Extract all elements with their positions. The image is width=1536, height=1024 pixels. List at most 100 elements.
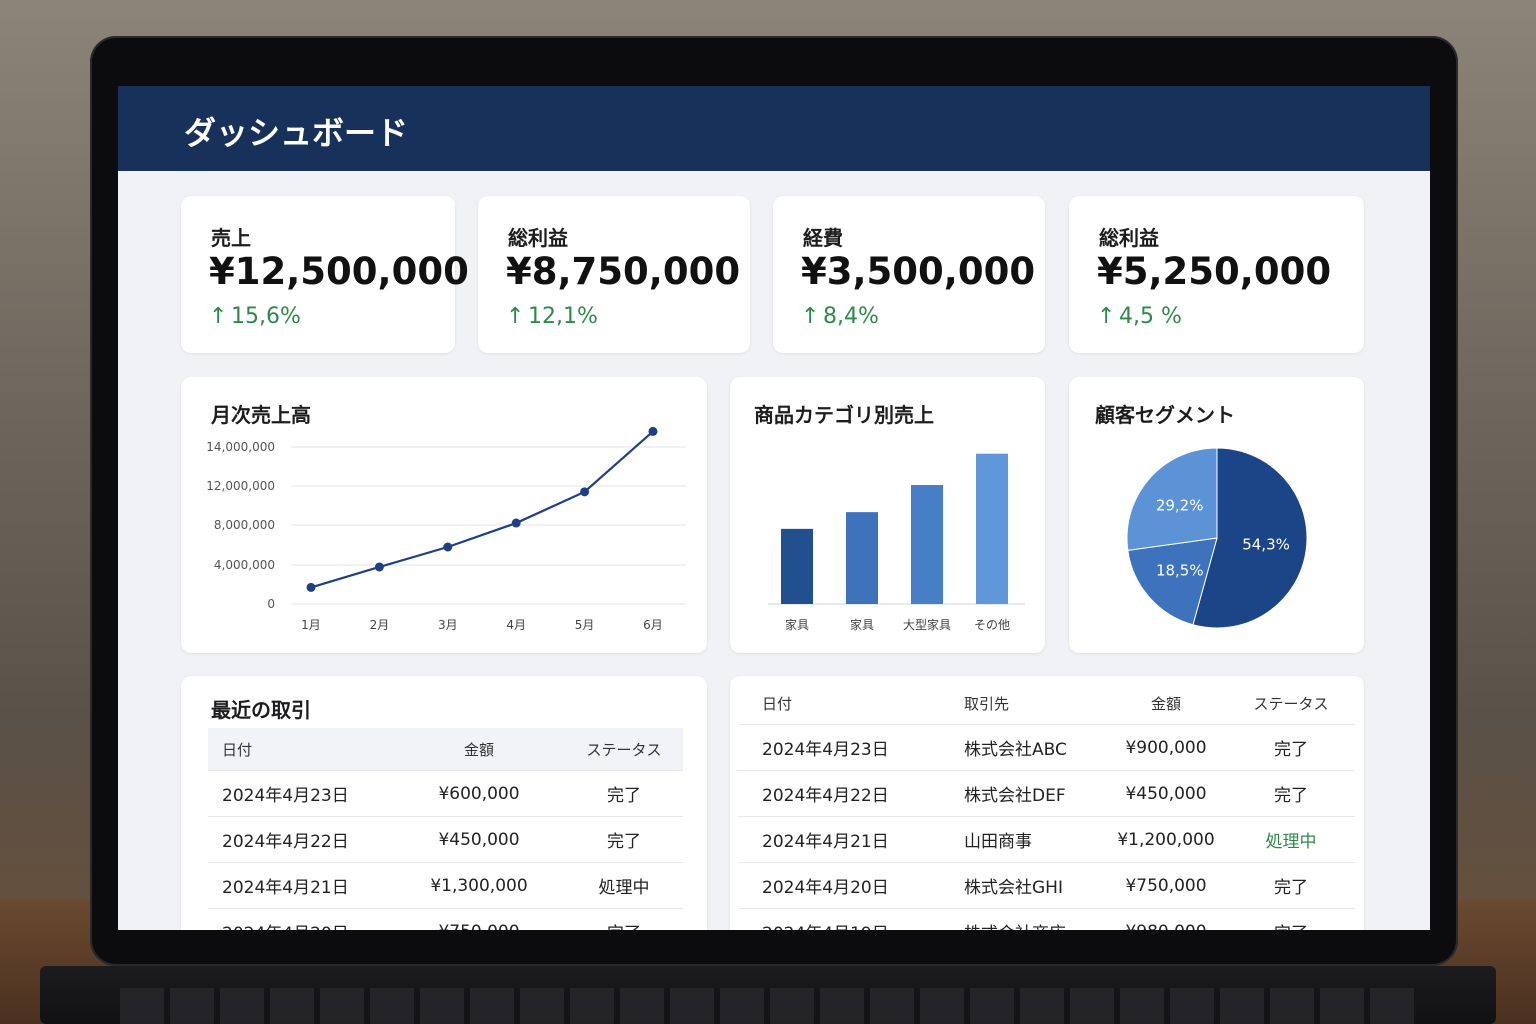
date-cell: 2024年4月21日: [208, 862, 393, 909]
app-header: ダッシュボード: [118, 86, 1430, 171]
column-header[interactable]: 日付: [738, 682, 963, 725]
keyboard-keys: [120, 988, 1416, 1024]
kpi-delta-value: 4,5 %: [1119, 304, 1182, 329]
x-tick-label: 6月: [643, 618, 663, 632]
column-header[interactable]: 金額: [1105, 682, 1227, 725]
amount-cell: ¥450,000: [1105, 770, 1227, 817]
orders-table: 日付 取引先 金額 ステータス 2024年4月23日 株式会社ABC ¥900,…: [738, 682, 1355, 930]
table-header-row: 日付 取引先 金額 ステータス: [738, 682, 1355, 725]
table-row[interactable]: 2024年4月21日 ¥1,300,000 処理中: [208, 862, 683, 909]
x-tick-label: 家具: [850, 617, 874, 632]
amount-cell: ¥750,000: [1105, 862, 1227, 909]
x-tick-label: 家具: [785, 617, 809, 632]
kpi-delta-value: 12,1%: [528, 304, 598, 329]
column-header[interactable]: ステータス: [1227, 682, 1355, 725]
data-point: [306, 582, 316, 592]
table-row[interactable]: 2024年4月19日 株式会社商店 ¥980,000 完了: [738, 908, 1355, 930]
data-point: [374, 562, 384, 572]
y-tick-label: 4,000,000: [214, 558, 275, 572]
date-cell: 2024年4月22日: [208, 816, 393, 863]
date-cell: 2024年4月21日: [738, 816, 963, 863]
kpi-value: ¥8,750,000: [506, 250, 741, 293]
table-row[interactable]: 2024年4月21日 山田商事 ¥1,200,000 処理中: [738, 816, 1355, 863]
status-cell: 完了: [565, 908, 683, 930]
x-tick-label: 1月: [301, 618, 321, 632]
arrow-up-icon: ↑: [1097, 304, 1116, 329]
table-row[interactable]: 2024年4月20日 株式会社GHI ¥750,000 完了: [738, 862, 1355, 909]
x-tick-label: 大型家具: [903, 617, 951, 632]
kpi-delta-value: 15,6%: [231, 304, 301, 329]
kpi-label: 売上: [211, 226, 251, 250]
kpi-card-net-profit[interactable]: 総利益 ¥5,250,000 ↑ 4,5 %: [1069, 196, 1364, 353]
bar: [846, 512, 878, 604]
kpi-delta: ↑ 15,6%: [209, 304, 301, 329]
column-header[interactable]: 取引先: [963, 682, 1105, 725]
date-cell: 2024年4月23日: [208, 770, 393, 817]
table-row[interactable]: 2024年4月22日 ¥450,000 完了: [208, 816, 683, 863]
client-cell: 山田商事: [963, 816, 1105, 863]
category-sales-card: 商品カテゴリ別売上 家具 家具 大型家具 その他: [730, 377, 1045, 653]
monthly-sales-line-chart: 14,000,000 12,000,000 8,000,000 4,000,000 0 1…: [206, 426, 686, 632]
customer-segment-pie-chart: 54,3% 18,5% 29,2%: [1126, 447, 1308, 629]
column-header[interactable]: 金額: [393, 728, 565, 771]
kpi-label: 総利益: [1099, 226, 1159, 250]
y-tick-label: 0: [267, 597, 275, 611]
status-cell: 処理中: [565, 862, 683, 909]
amount-cell: ¥980,000: [1105, 908, 1227, 930]
amount-cell: ¥1,200,000: [1105, 816, 1227, 863]
kpi-label: 経費: [803, 226, 843, 250]
bar: [781, 528, 813, 604]
orders-card: 日付 取引先 金額 ステータス 2024年4月23日 株式会社ABC ¥900,…: [730, 676, 1364, 930]
kpi-value: ¥12,500,000: [209, 250, 469, 293]
amount-cell: ¥750,000: [393, 908, 565, 930]
y-tick-label: 12,000,000: [206, 479, 275, 493]
kpi-value: ¥5,250,000: [1097, 250, 1332, 293]
client-cell: 株式会社ABC: [963, 724, 1105, 771]
y-tick-label: 14,000,000: [206, 440, 275, 454]
amount-cell: ¥1,300,000: [393, 862, 565, 909]
status-cell: 完了: [1227, 862, 1355, 909]
y-tick-label: 8,000,000: [214, 518, 275, 532]
kpi-delta: ↑ 8,4%: [801, 304, 879, 329]
date-cell: 2024年4月19日: [738, 908, 963, 930]
status-cell: 完了: [565, 770, 683, 817]
pie-label: 18,5%: [1156, 562, 1204, 580]
table-row[interactable]: 2024年4月20日 ¥750,000 完了: [208, 908, 683, 930]
kpi-card-gross-profit[interactable]: 総利益 ¥8,750,000 ↑ 12,1%: [478, 196, 750, 353]
arrow-up-icon: ↑: [506, 304, 525, 329]
amount-cell: ¥600,000: [393, 770, 565, 817]
kpi-delta-value: 8,4%: [823, 304, 879, 329]
table-row[interactable]: 2024年4月23日 株式会社ABC ¥900,000 完了: [738, 724, 1355, 771]
date-cell: 2024年4月20日: [738, 862, 963, 909]
table-header-row: 日付 金額 ステータス: [208, 728, 683, 771]
x-tick-label: 5月: [575, 618, 595, 632]
kpi-delta: ↑ 4,5 %: [1097, 304, 1182, 329]
client-cell: 株式会社DEF: [963, 770, 1105, 817]
kpi-delta: ↑ 12,1%: [506, 304, 598, 329]
category-sales-bar-chart: 家具 家具 大型家具 その他: [768, 453, 1025, 632]
monthly-sales-card: 月次売上高 14,000,000 12,000,000 8,000,000 4,000…: [181, 377, 707, 653]
arrow-up-icon: ↑: [209, 304, 228, 329]
table-row[interactable]: 2024年4月23日 ¥600,000 完了: [208, 770, 683, 817]
date-cell: 2024年4月20日: [208, 908, 393, 930]
status-cell: 完了: [1227, 724, 1355, 771]
customer-segment-card: 顧客セグメント 54,3% 18,5% 29,2%: [1069, 377, 1364, 653]
data-point: [648, 426, 658, 436]
status-cell: 完了: [1227, 908, 1355, 930]
status-cell: 完了: [565, 816, 683, 863]
pie-label: 54,3%: [1242, 536, 1290, 554]
status-cell: 処理中: [1227, 816, 1355, 863]
bar: [911, 485, 943, 604]
column-header[interactable]: 日付: [208, 728, 393, 771]
x-tick-label: 4月: [506, 618, 526, 632]
kpi-card-sales[interactable]: 売上 ¥12,500,000 ↑ 15,6%: [181, 196, 469, 353]
column-header[interactable]: ステータス: [565, 728, 683, 771]
page-title: ダッシュボード: [184, 114, 409, 152]
data-point: [443, 542, 453, 552]
kpi-card-expenses[interactable]: 経費 ¥3,500,000 ↑ 8,4%: [773, 196, 1045, 353]
kpi-label: 総利益: [508, 226, 568, 250]
date-cell: 2024年4月22日: [738, 770, 963, 817]
x-tick-label: 2月: [370, 618, 390, 632]
x-tick-label: 3月: [438, 618, 458, 632]
table-row[interactable]: 2024年4月22日 株式会社DEF ¥450,000 完了: [738, 770, 1355, 817]
